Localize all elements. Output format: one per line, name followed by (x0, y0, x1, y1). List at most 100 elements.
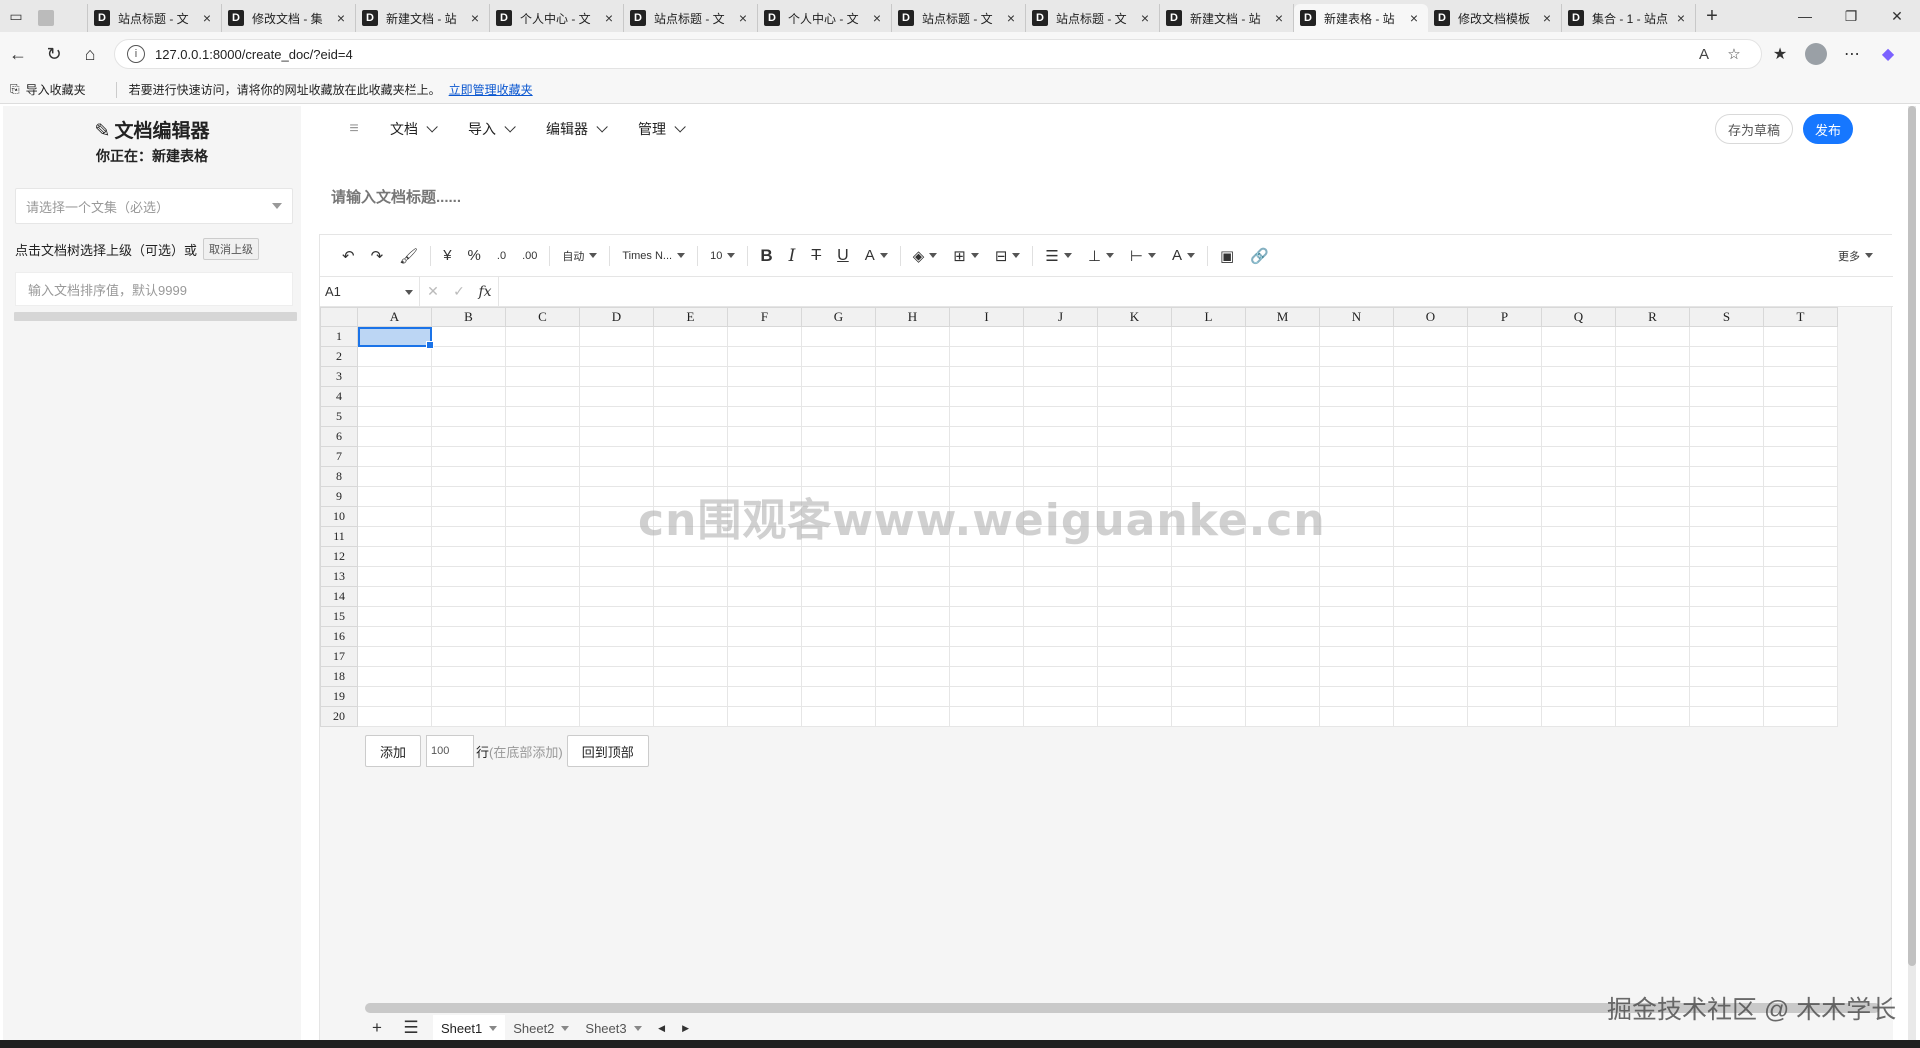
cell[interactable] (1763, 446, 1838, 467)
cell[interactable] (1467, 386, 1542, 407)
cell[interactable] (1171, 546, 1246, 567)
cell[interactable] (949, 606, 1024, 627)
cell[interactable] (1319, 706, 1394, 727)
cell[interactable] (1689, 646, 1764, 667)
cell[interactable] (1689, 586, 1764, 607)
column-header[interactable]: J (1023, 307, 1098, 327)
cell[interactable] (1171, 386, 1246, 407)
cell[interactable] (1615, 346, 1690, 367)
cell[interactable] (727, 326, 802, 347)
cell[interactable] (1763, 326, 1838, 347)
cell[interactable] (579, 406, 654, 427)
cell[interactable] (1171, 626, 1246, 647)
cell[interactable] (431, 406, 506, 427)
cell[interactable] (1689, 386, 1764, 407)
cell[interactable] (653, 406, 728, 427)
row-header[interactable]: 18 (320, 666, 358, 687)
cell[interactable] (875, 326, 950, 347)
font-family-select[interactable]: Times N... (614, 241, 693, 271)
cell[interactable] (505, 446, 580, 467)
cell[interactable] (1689, 706, 1764, 727)
row-header[interactable]: 11 (320, 526, 358, 547)
cell[interactable] (1615, 646, 1690, 667)
cell[interactable] (431, 606, 506, 627)
tab-actions-icon[interactable]: ▭ (0, 0, 32, 32)
percent-icon[interactable]: % (460, 241, 489, 271)
cell[interactable] (1763, 646, 1838, 667)
browser-tab[interactable]: D 修改文档模板 × (1428, 4, 1562, 32)
cell[interactable] (357, 406, 432, 427)
cell[interactable] (1615, 446, 1690, 467)
sort-order-input[interactable]: 输入文档排序值，默认9999 (15, 272, 293, 306)
row-header[interactable]: 1 (320, 326, 358, 347)
cell[interactable] (949, 666, 1024, 687)
cell[interactable] (1097, 606, 1172, 627)
cell[interactable] (505, 626, 580, 647)
cell[interactable] (727, 406, 802, 427)
cell[interactable] (1319, 526, 1394, 547)
cell[interactable] (653, 566, 728, 587)
cell[interactable] (1245, 586, 1320, 607)
cell[interactable] (1615, 426, 1690, 447)
cell[interactable] (1171, 706, 1246, 727)
cell[interactable] (875, 446, 950, 467)
cell[interactable] (579, 386, 654, 407)
cell[interactable] (1467, 466, 1542, 487)
cell[interactable] (1319, 506, 1394, 527)
column-header[interactable]: R (1615, 307, 1690, 327)
cell[interactable] (505, 566, 580, 587)
cell[interactable] (1615, 486, 1690, 507)
cell[interactable] (579, 686, 654, 707)
cell[interactable] (1467, 406, 1542, 427)
cell[interactable] (579, 326, 654, 347)
undo-icon[interactable]: ↶ (334, 241, 363, 271)
cell[interactable] (949, 706, 1024, 727)
cell[interactable] (505, 386, 580, 407)
cell[interactable] (875, 586, 950, 607)
cell[interactable] (431, 686, 506, 707)
column-header[interactable]: E (653, 307, 728, 327)
cell[interactable] (1467, 666, 1542, 687)
cell[interactable] (875, 566, 950, 587)
row-header[interactable]: 9 (320, 486, 358, 507)
cell[interactable] (949, 426, 1024, 447)
column-header[interactable]: I (949, 307, 1024, 327)
font-size-select[interactable]: 10 (702, 241, 743, 271)
cell[interactable] (875, 666, 950, 687)
column-header[interactable]: G (801, 307, 876, 327)
cell[interactable] (875, 626, 950, 647)
cell[interactable] (1541, 586, 1616, 607)
cell[interactable] (505, 666, 580, 687)
cell[interactable] (1245, 326, 1320, 347)
column-header[interactable]: S (1689, 307, 1764, 327)
cell[interactable] (357, 666, 432, 687)
cell[interactable] (1689, 326, 1764, 347)
cell[interactable] (1541, 386, 1616, 407)
back-icon[interactable]: ← (0, 38, 36, 70)
row-header[interactable]: 6 (320, 426, 358, 447)
cell[interactable] (1023, 606, 1098, 627)
cell[interactable] (505, 706, 580, 727)
row-header[interactable]: 19 (320, 686, 358, 707)
cell[interactable] (1393, 526, 1468, 547)
text-wrap-icon[interactable]: ⊢ (1122, 241, 1164, 271)
cell[interactable] (1763, 406, 1838, 427)
cell[interactable] (1763, 386, 1838, 407)
cell[interactable] (1319, 446, 1394, 467)
cell[interactable] (1763, 526, 1838, 547)
close-tab-icon[interactable]: × (1406, 10, 1422, 26)
cell[interactable] (653, 346, 728, 367)
cell[interactable] (1245, 386, 1320, 407)
cell[interactable] (875, 686, 950, 707)
collection-select[interactable]: 请选择一个文集（必选） (15, 188, 293, 224)
cell[interactable] (801, 346, 876, 367)
cell[interactable] (1023, 586, 1098, 607)
cell[interactable] (357, 366, 432, 387)
browser-tab[interactable]: D 站点标题 - 文 × (88, 4, 222, 32)
cell[interactable] (431, 566, 506, 587)
cell[interactable] (1689, 486, 1764, 507)
cell[interactable] (1245, 646, 1320, 667)
cell[interactable] (727, 626, 802, 647)
close-window-icon[interactable]: ✕ (1874, 0, 1920, 32)
cell[interactable] (1763, 346, 1838, 367)
